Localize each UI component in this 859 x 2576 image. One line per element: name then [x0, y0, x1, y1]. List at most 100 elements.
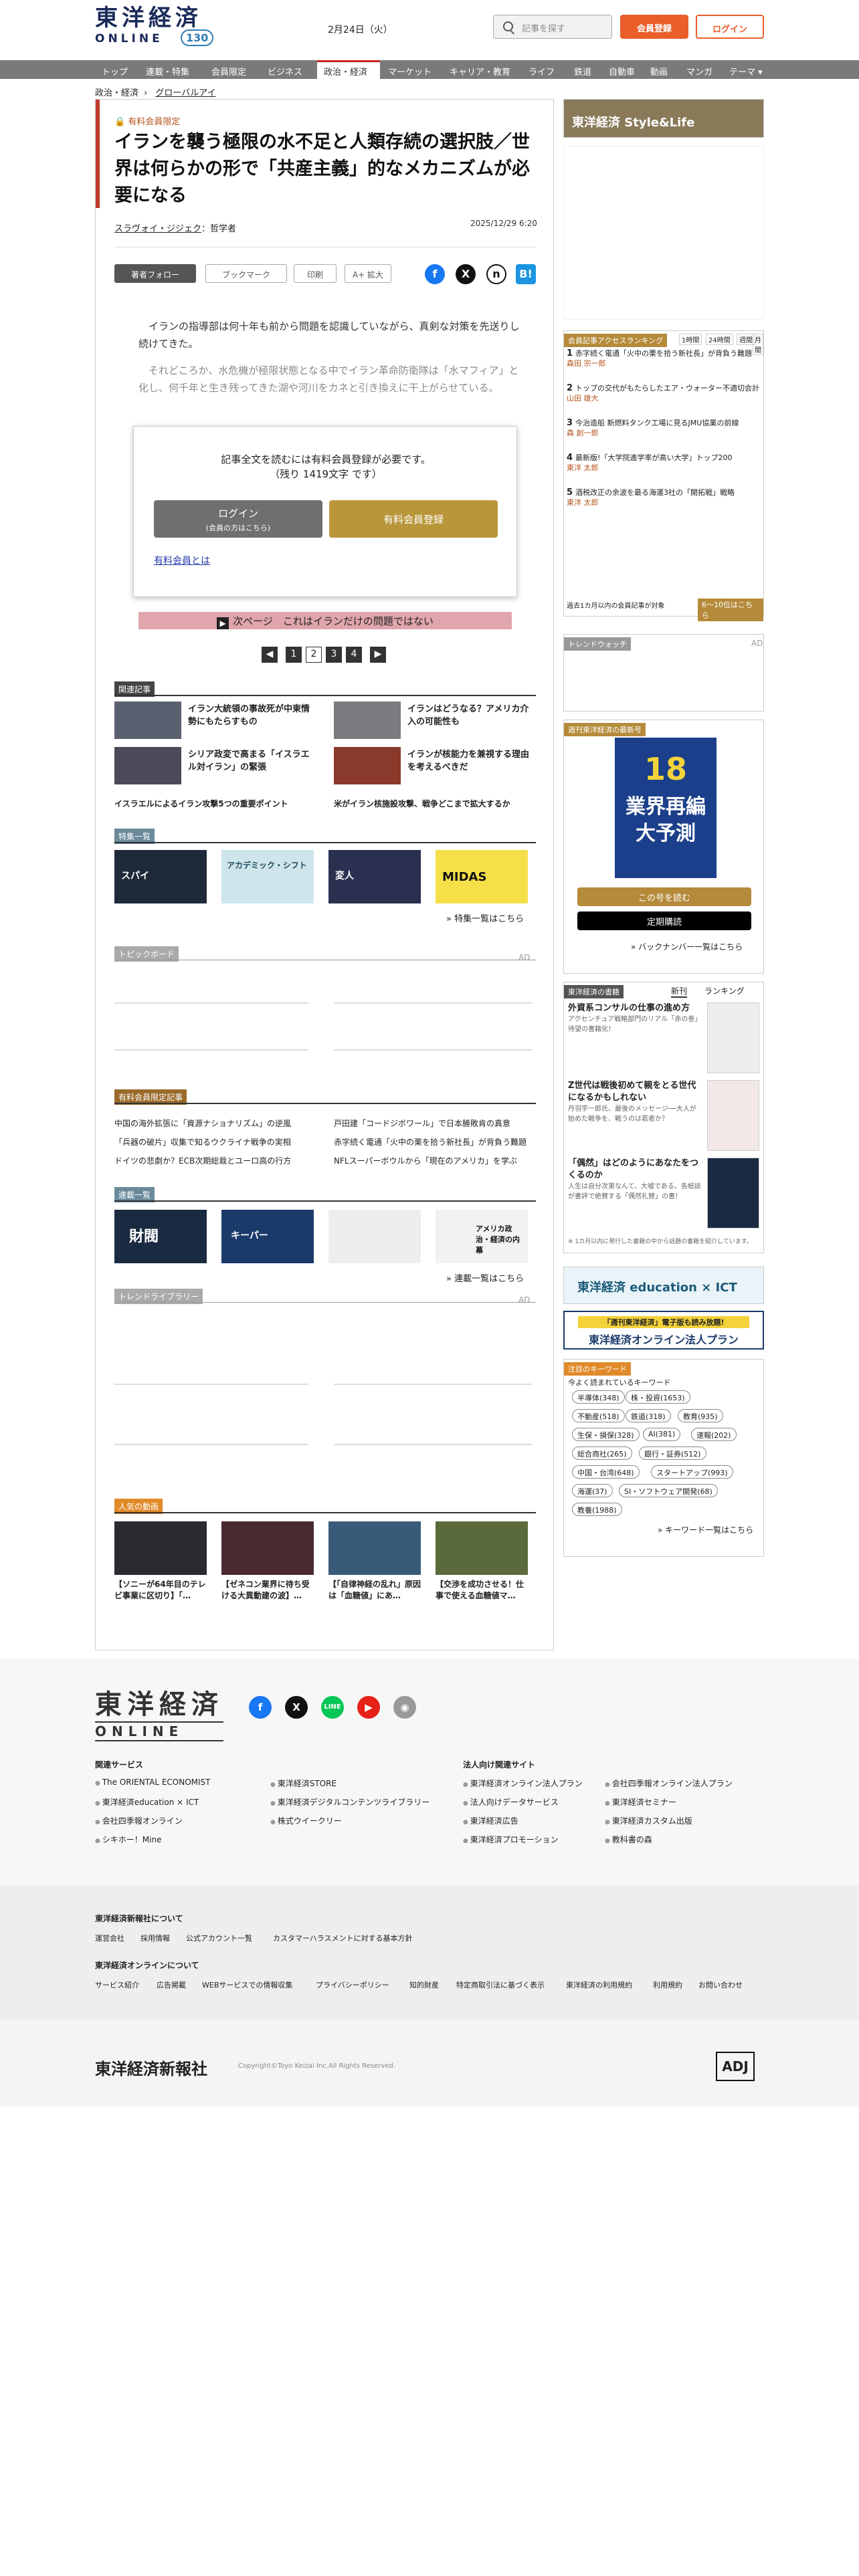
footer-online-link[interactable]: 知的財産	[409, 1979, 439, 1990]
keyword-tag[interactable]: 教養(1988)	[572, 1503, 622, 1516]
premium-article-link[interactable]: NFLスーパーボウルから「現在のアメリカ」を学ぶ	[334, 1155, 517, 1166]
nav-item-video[interactable]: 動画	[650, 60, 668, 79]
pager-prev-button[interactable]: ◀	[262, 647, 278, 663]
breadcrumb-item-global[interactable]: グローバルアイ	[155, 88, 215, 98]
footer-related-link[interactable]: 会社四季報オンライン	[95, 1815, 183, 1826]
footer-youtube-icon[interactable]: ▶	[357, 1696, 380, 1719]
footer-line-icon[interactable]: LINE	[321, 1696, 344, 1719]
nav-item-politics[interactable]: 政治・経済	[317, 60, 380, 79]
nav-item-market[interactable]: マーケット	[388, 60, 432, 79]
footer-corporate-link[interactable]: 東洋経済カスタム出版	[605, 1815, 692, 1826]
footer-about-link[interactable]: カスタマーハラスメントに対する基本方針	[273, 1933, 413, 1943]
feature-card[interactable]: MIDAS	[436, 850, 528, 903]
nav-item-premium[interactable]: 会員限定	[211, 60, 246, 79]
login-button[interactable]: ログイン	[696, 15, 764, 39]
weekly-cover[interactable]: 18 業界再編 大予測	[615, 738, 717, 878]
ranking-tab-1h[interactable]: 1時間	[679, 334, 702, 345]
keyword-tag[interactable]: 生保・損保(328)	[572, 1428, 640, 1441]
style-life-banner[interactable]: 東洋経済 Style&Life	[563, 99, 764, 138]
pager-next-button[interactable]: ▶	[370, 647, 386, 663]
video-title[interactable]: 【ソニーが64年目のテレビ事業に区切り】「…	[114, 1579, 208, 1602]
footer-related-link[interactable]: 東洋経済デジタルコンテンツライブラリー	[270, 1796, 430, 1808]
video-title[interactable]: 【交渉を成功させる！仕事で使える血糖値マ…	[436, 1579, 529, 1602]
x-share-icon[interactable]: X	[456, 264, 476, 284]
video-thumbnail[interactable]	[436, 1521, 528, 1575]
pager-page-2[interactable]: 2	[306, 647, 322, 663]
premium-article-link[interactable]: ドイツの悲劇か？ECB次期総裁とユーロ高の行方	[114, 1155, 291, 1166]
related-text-link[interactable]: イスラエルによるイラン攻撃5つの重要ポイント	[114, 798, 288, 809]
nav-item-business[interactable]: ビジネス	[268, 60, 302, 79]
video-thumbnail[interactable]	[221, 1521, 314, 1575]
footer-related-link[interactable]: The ORIENTAL ECONOMIST	[95, 1778, 211, 1787]
education-ict-banner[interactable]: 東洋経済 education × ICT	[563, 1267, 764, 1304]
hatena-share-icon[interactable]: B!	[516, 264, 536, 284]
book-cover[interactable]	[707, 1080, 759, 1151]
pager-page-1[interactable]: 1	[286, 647, 302, 663]
paywall-register-button[interactable]: 有料会員登録	[329, 500, 498, 538]
series-card[interactable]	[328, 1210, 421, 1263]
premium-article-link[interactable]: 戸田建「コードジボワール」で日本勝敗肯の真意	[334, 1117, 510, 1129]
note-share-icon[interactable]: n	[486, 264, 506, 284]
ranking-item[interactable]: 3 今治造船 新燃料タンク工場に見るJMU協業の前線森 創一郎	[567, 418, 761, 438]
feature-card[interactable]: スパイ	[114, 850, 207, 903]
related-item[interactable]: イラン大統領の事故死が中東情勢にもたらすもの	[114, 702, 315, 744]
footer-online-link[interactable]: プライバシーポリシー	[316, 1979, 389, 1990]
keyword-tag[interactable]: SI・ソフトウェア開発(68)	[619, 1484, 718, 1497]
print-button[interactable]: 印刷	[294, 264, 337, 283]
footer-x-icon[interactable]: X	[285, 1696, 308, 1719]
series-card[interactable]: キーパー	[221, 1210, 314, 1263]
keyword-tag[interactable]: 鉄道(318)	[626, 1409, 671, 1422]
footer-logo[interactable]: 東洋経済 ONLINE	[95, 1683, 223, 1741]
video-thumbnail[interactable]	[114, 1521, 207, 1575]
book-cover[interactable]	[707, 1158, 759, 1228]
book-item[interactable]: 外資系コンサルの仕事の進め方 アクセンチュア戦略部門のリアル「赤の巻」待望の書籍化…	[568, 1002, 702, 1035]
weekly-read-button[interactable]: この号を読む	[577, 887, 751, 906]
related-item[interactable]: イランが核能力を兼視する理由を考えるべきだ	[334, 747, 535, 790]
bookmark-button[interactable]: ブックマーク	[205, 264, 287, 283]
keyword-tag[interactable]: 株・投資(1653)	[626, 1390, 690, 1404]
book-item[interactable]: Z世代は戦後初めて親をとる世代になるかもしれない 丹羽宇一郎氏、最後のメッセージ─…	[568, 1080, 702, 1124]
features-more-link[interactable]: » 特集一覧はこちら	[446, 911, 524, 924]
search-input[interactable]: 記事を探す	[493, 15, 612, 39]
footer-corporate-link[interactable]: 東洋経済セミナー	[605, 1796, 676, 1808]
series-card[interactable]: アメリカ政治・経済の内幕	[436, 1210, 528, 1263]
footer-related-link[interactable]: 株式ウイークリー	[270, 1815, 342, 1826]
footer-related-link[interactable]: 東洋経済STORE	[270, 1778, 337, 1789]
premium-article-link[interactable]: 「兵器の破片」収集で知るウクライナ戦争の実相	[114, 1136, 291, 1148]
pager-page-3[interactable]: 3	[326, 647, 342, 663]
footer-facebook-icon[interactable]: f	[249, 1696, 272, 1719]
keyword-tag[interactable]: 銀行・証券(512)	[639, 1446, 706, 1460]
footer-corporate-link[interactable]: 法人向けデータサービス	[463, 1796, 559, 1808]
weekly-backnumber-link[interactable]: » バックナンバー一覧はこちら	[631, 941, 743, 952]
footer-online-link[interactable]: 東洋経済の利用規約	[566, 1979, 632, 1990]
video-title[interactable]: 【「自律神経の乱れ」原因は「血糖値」にあ…	[328, 1579, 422, 1602]
nav-item-series[interactable]: 連載・特集	[146, 60, 189, 79]
footer-about-link[interactable]: 公式アカウント一覧	[186, 1933, 252, 1943]
nav-item-top[interactable]: トップ	[102, 60, 128, 79]
video-title[interactable]: 【ゼネコン業界に待ち受ける大異動建の波】…	[221, 1579, 315, 1602]
ranking-tab-24h[interactable]: 24時間	[706, 334, 733, 345]
footer-related-link[interactable]: 東洋経済education × ICT	[95, 1796, 199, 1808]
footer-corporate-link[interactable]: 東洋経済プロモーション	[463, 1834, 559, 1845]
book-cover[interactable]	[707, 1002, 759, 1073]
footer-online-link[interactable]: WEBサービスでの情報収集	[202, 1979, 292, 1990]
site-logo[interactable]: 東洋経済 ONLINE 130	[95, 5, 222, 52]
corporate-plan-banner[interactable]: 「週刊東洋経済」電子版も読み放題! 東洋経済オンライン法人プラン	[563, 1311, 764, 1350]
pager-page-4[interactable]: 4	[346, 647, 362, 663]
ranking-item[interactable]: 4 最新版!「大学院進学率が高い大学」トップ200 東洋 太郎	[567, 453, 761, 473]
keyword-more-link[interactable]: » キーワード一覧はこちら	[658, 1524, 753, 1535]
keyword-tag[interactable]: 総合商社(265)	[572, 1446, 632, 1460]
nav-item-career[interactable]: キャリア・教育	[450, 60, 510, 79]
premium-article-link[interactable]: 赤字続く電通「火中の栗を拾う新社長」が背負う難題	[334, 1136, 527, 1148]
nav-item-theme[interactable]: テーマ ▾	[729, 60, 763, 79]
related-item[interactable]: イランはどうなる？アメリカ介入の可能性も	[334, 702, 535, 744]
ranking-item[interactable]: 1 赤字続く電通「火中の栗を拾う新社長」が背負う難題 森田 宗一郎	[567, 348, 761, 368]
paywall-about-link[interactable]: 有料会員とは	[154, 554, 210, 567]
related-item[interactable]: シリア政変で高まる「イスラエル対イラン」の緊張	[114, 747, 315, 790]
keyword-tag[interactable]: 半導体(348)	[572, 1390, 625, 1404]
footer-online-link[interactable]: 利用規約	[653, 1979, 682, 1990]
books-tab-new[interactable]: 新刊	[671, 985, 688, 998]
ranking-more-button[interactable]: 6～10位はこちら	[698, 599, 763, 621]
feature-card[interactable]: アカデミック・シフト	[221, 850, 314, 903]
facebook-share-icon[interactable]: f	[425, 264, 445, 284]
